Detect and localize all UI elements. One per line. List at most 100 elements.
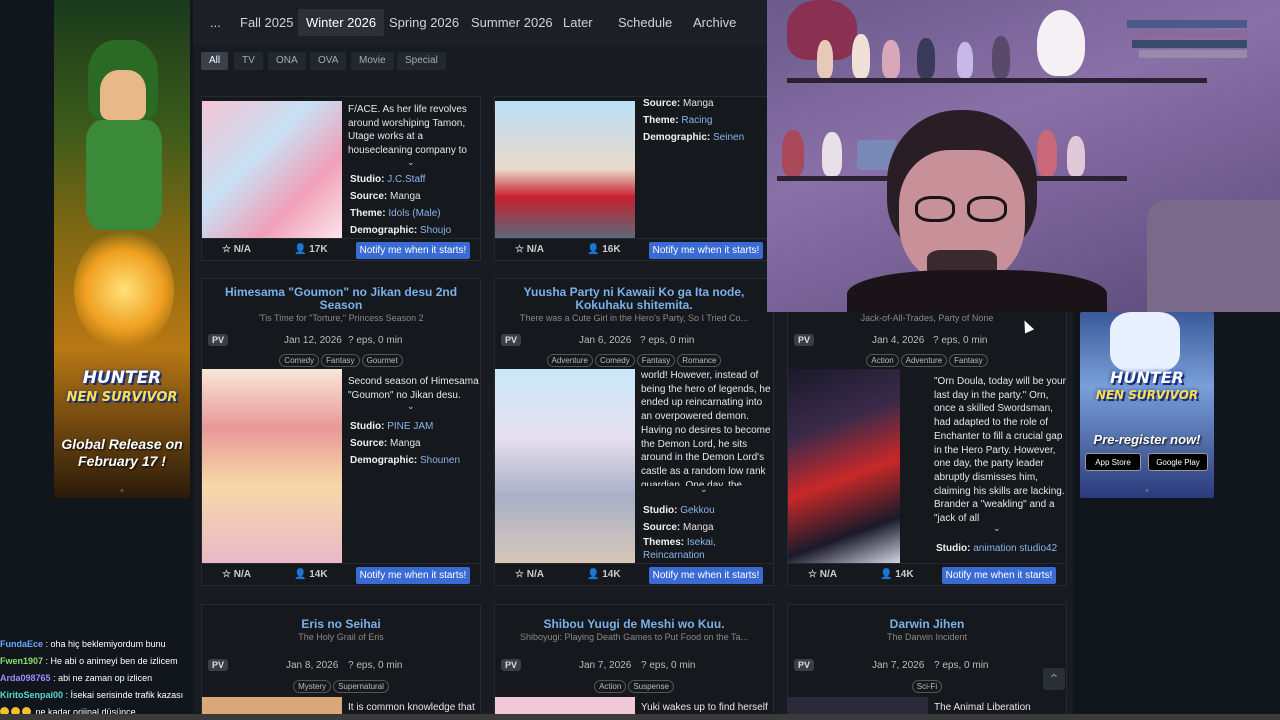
studio-link[interactable]: Gekkou — [680, 505, 714, 516]
right-ad-banner[interactable]: HUNTER NEN SURVIVOR Pre-register now! Ap… — [1080, 312, 1214, 498]
cover-image[interactable] — [495, 101, 635, 238]
nav-archive[interactable]: Archive — [693, 15, 736, 30]
genre-tag[interactable]: Comedy — [279, 354, 320, 367]
theme-link[interactable]: Idols (Male) — [388, 208, 440, 219]
chat-username[interactable]: Arda098765 — [0, 673, 51, 683]
genre-tag[interactable]: Fantasy — [636, 354, 676, 367]
expand-chevron-icon[interactable]: ⌄ — [700, 484, 708, 495]
meta-key: Studio: — [350, 421, 385, 432]
pv-badge[interactable]: PV — [208, 334, 229, 346]
theme-link[interactable]: Racing — [681, 115, 712, 126]
genre-tag[interactable]: Fantasy — [949, 354, 988, 367]
nav-later[interactable]: Later — [563, 15, 593, 30]
nav-fall-2025[interactable]: Fall 2025 — [240, 15, 293, 30]
expand-chevron-icon[interactable]: ⌄ — [993, 523, 1001, 534]
studio-link[interactable]: PINE JAM — [387, 421, 433, 432]
demographic-link[interactable]: Shoujo — [420, 225, 451, 236]
figure — [1067, 136, 1085, 176]
score-value: N/A — [233, 569, 251, 580]
score-value: N/A — [819, 569, 837, 580]
synopsis: Yuki wakes up to find herself in — [641, 702, 768, 713]
character-face — [100, 70, 146, 120]
anime-title[interactable]: Shibou Yuugi de Meshi wo Kuu. — [495, 618, 773, 631]
filter-movie[interactable]: Movie — [351, 52, 394, 70]
genre-tag[interactable]: Comedy — [594, 354, 635, 367]
couch — [1147, 200, 1280, 312]
demographic-link[interactable]: Shounen — [420, 455, 460, 466]
anime-card: F/ACE. As her life revolves around worsh… — [201, 96, 481, 261]
genre-tag[interactable]: Adventure — [546, 354, 593, 367]
genre-tag[interactable]: Gourmet — [361, 354, 403, 367]
game-logo-sub: NEN SURVIVOR — [66, 390, 178, 405]
cover-image[interactable] — [495, 369, 635, 564]
release-tagline: Global Release on February 17 ! — [61, 436, 183, 469]
episode-info: ? eps, 0 min — [641, 660, 696, 671]
studio-link[interactable]: animation studio42 — [973, 543, 1057, 554]
left-ad-banner[interactable]: HUNTER NEN SURVIVOR Global Release on Fe… — [54, 0, 190, 498]
cover-image[interactable] — [202, 369, 342, 564]
source-value: Manga — [683, 98, 714, 109]
members: 👤 17K — [294, 244, 328, 255]
anime-title[interactable]: Himesama "Goumon" no Jikan desu 2nd Seas… — [202, 286, 480, 312]
genre-tag[interactable]: Sci-Fi — [911, 680, 943, 693]
genre-tag[interactable]: Adventure — [900, 354, 948, 367]
score-value: N/A — [526, 244, 544, 255]
genre-tag[interactable]: Fantasy — [321, 354, 360, 367]
pv-badge[interactable]: PV — [208, 659, 229, 671]
expand-chevron-icon[interactable]: ⌄ — [407, 401, 415, 412]
nav-spring-2026[interactable]: Spring 2026 — [389, 15, 459, 30]
nav-more[interactable]: ... — [210, 15, 221, 30]
expand-chevron-icon[interactable]: ⌄ — [407, 157, 415, 168]
pv-badge[interactable]: PV — [501, 659, 522, 671]
app-store-badge[interactable]: App Store — [1085, 453, 1141, 471]
anime-title[interactable]: Yuusha Party ni Kawaii Ko ga Ita node, K… — [495, 286, 773, 312]
notify-button[interactable]: Notify me when it starts! — [649, 242, 763, 259]
filter-tv[interactable]: TV — [234, 52, 263, 70]
nav-schedule[interactable]: Schedule — [618, 15, 672, 30]
genre-tag[interactable]: Action — [866, 354, 899, 367]
synopsis: "Orn Doula, today will be your last day … — [934, 376, 1066, 525]
source-value: Manga — [390, 438, 421, 449]
bottom-bar — [0, 714, 1280, 720]
chat-username[interactable]: KiritoSenpai00 — [0, 690, 63, 700]
notify-button[interactable]: Notify me when it starts! — [356, 242, 470, 259]
genre-tag[interactable]: Suspense — [628, 680, 674, 693]
source-value: Manga — [390, 191, 421, 202]
chat-message: FundaEce : oha hiç beklemiyordum bunu — [0, 636, 200, 653]
notify-button[interactable]: Notify me when it starts! — [356, 567, 470, 584]
filter-ova[interactable]: OVA — [310, 52, 347, 70]
filter-special[interactable]: Special — [397, 52, 446, 70]
studio-link[interactable]: J.C.Staff — [387, 174, 425, 185]
meta-key: Theme: — [350, 208, 386, 219]
chat-username[interactable]: FundaEce — [0, 639, 43, 649]
members: 👤 16K — [587, 244, 621, 255]
genre-tag[interactable]: Supernatural — [333, 680, 389, 693]
anime-title[interactable]: Darwin Jihen — [788, 618, 1066, 631]
scroll-to-top-button[interactable]: ⌃ — [1043, 668, 1065, 690]
genre-tag[interactable]: Action — [594, 680, 627, 693]
air-date: Jan 12, 2026 — [284, 335, 342, 346]
pv-badge[interactable]: PV — [794, 334, 815, 346]
anime-title[interactable]: Eris no Seihai — [202, 618, 480, 631]
filter-ona[interactable]: ONA — [268, 52, 306, 70]
google-play-badge[interactable]: Google Play — [1148, 453, 1208, 471]
nav-winter-2026[interactable]: Winter 2026 — [298, 9, 385, 36]
episode-info: ? eps, 0 min — [348, 335, 403, 346]
chat-username[interactable]: Fwen1907 — [0, 656, 43, 666]
cover-image[interactable] — [202, 101, 342, 238]
pv-badge[interactable]: PV — [501, 334, 522, 346]
meta-key: Demographic: — [643, 132, 711, 143]
pv-badge[interactable]: PV — [794, 659, 815, 671]
notify-button[interactable]: Notify me when it starts! — [942, 567, 1056, 584]
demographic-link[interactable]: Seinen — [713, 132, 744, 143]
genre-tag[interactable]: Romance — [677, 354, 722, 367]
filter-all[interactable]: All — [201, 52, 229, 70]
notify-button[interactable]: Notify me when it starts! — [649, 567, 763, 584]
webcam-overlay — [767, 0, 1280, 312]
meta-key: Studio: — [643, 505, 678, 516]
nav-summer-2026[interactable]: Summer 2026 — [471, 15, 553, 30]
cover-image[interactable] — [788, 369, 900, 564]
score: ☆ N/A — [808, 569, 837, 580]
episode-info: ? eps, 0 min — [933, 335, 988, 346]
genre-tag[interactable]: Mystery — [293, 680, 332, 693]
